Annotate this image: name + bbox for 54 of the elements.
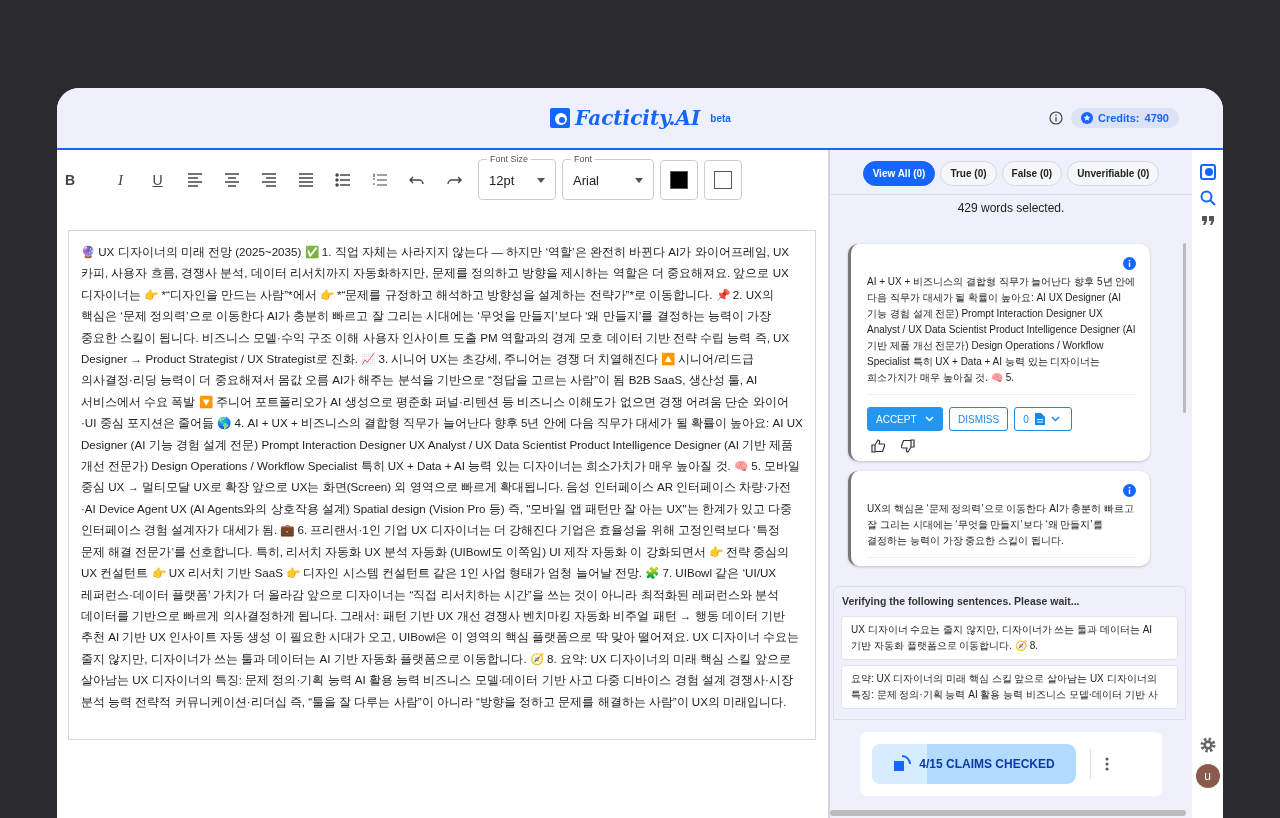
bullet-list-icon[interactable] <box>334 173 351 187</box>
align-right-icon[interactable] <box>260 173 277 187</box>
dropdown-caret-icon <box>537 177 545 183</box>
logo-icon <box>549 107 572 129</box>
document-icon <box>1034 413 1045 425</box>
verifying-title: Verifying the following sentences. Please wait... <box>841 595 1081 607</box>
align-justify-icon[interactable] <box>297 173 314 187</box>
search-icon[interactable] <box>1199 190 1216 206</box>
sources-button[interactable]: 0 <box>1014 407 1073 431</box>
scrollbar[interactable] <box>1183 243 1186 413</box>
credits-value: 4790 <box>1144 112 1169 124</box>
filter-tab[interactable]: True (0) <box>940 161 997 186</box>
user-avatar[interactable]: u <box>1195 764 1220 788</box>
dismiss-button[interactable]: DISMISS <box>949 407 1009 431</box>
align-left-icon[interactable] <box>186 173 203 187</box>
info-icon[interactable] <box>1123 484 1136 497</box>
field-label: Font Size <box>489 154 530 165</box>
bold-button[interactable]: B <box>65 165 75 195</box>
claims-progress-button[interactable]: 4/15 CLAIMS CHECKED <box>872 744 1076 784</box>
editor-text: 🔮 UX 디자이너의 미래 전망 (2025~2035) ✅ 1. 직업 자체는 사라지지 않는다 — 하지만 ‘역할’은 완전히 바뀐다 AI가 와이어프레임, UX 카피, 사용자 흐름, 경쟁사 분석, 데이터 리서치까지 자동화하지만, 문제를 정의하고 방향을 제시하는 역할은 더 중요해져요. 앞으로 UX 디자이너는 👉 *“디자인을 만드는 사람”*에서 👉 *“문제를 규정하고 해석하고 방향성을 설계하는 전략가”*로 이동합니다. 📌 2. UX의 핵심은 ‘문제 정의력’으로 이동한다 AI가 충분히 빠르고 잘 그리는 시대에는 ‘무엇을 만들지’보다 ‘왜 만들지’를 결정하는 능력이 가장 중요한 스킬이 됩니다. 비즈니스 모델·수익 구조 이해 사용자 인사이트 도출 PM 역할과의 경계 모호 데이터 기반 전략 수립 능력 즉, UX Designer → Product Strategist / UX Strategist로 진화. 📈 3. 시니어 UX는 초강세, 주니어는 경쟁 더 치열해진다 🔼 시니어/리드급 의사결정·리딩 능력이 더 중요해져서 몸값 오름 AI가 해주는 분석을 기반으로 “정답을 고르는 사람”이 됨 B2B SaaS, 생산성 툴, AI 서비스에서 수요 폭발 🔽 주니어 포트폴리오가 AI 생성으로 평준화 퍼널·리텐션 등 비즈니스 이해도가 없으면 경쟁 어려움 단순 와이어·UI 중심 포지션은 줄어듦 🌎 4. AI + UX + 비즈니스의 결합형 직무가 늘어난다 향후 5년 안에 다음 직무가 대세가 될 확률이 높아요: AI UX Designer (AI 기능 경험 설계 전문) Prompt Interaction Designer UX Analyst / UX Data Scientist Product Intelligence Designer (AI 기반 제품 개선 전문가) Design Operations / Workflow Specialist 특히 UX + Data + AI 능력 있는 디자이너는 희소가치가 매우 높아질 것. 🧠 5. 모바일 중심 UX → 멀티모달 UX로 확장 앞으로 UX는 화면(Screen) 외 영역으로 빠르게 확대됩니다. 음성 인터페이스 AR 인터페이스 차량·가전·AI Device Agent UX (AI Agents와의 상호작용 설계) Spatial design (Vision Pro 등) 즉, "모바일 앱 패턴만 잘 아는 UX"는 한계가 있고 다중 인터페이스 경험 설계자가 대세가 됨. 💼 6. 프리랜서·1인 기업 UX 디자이너는 더 강해진다 기업은 효율성을 위해 고정인력보다 ‘특정 문제 해결 전문가’를 선호합니다. 특히, 리서치 자동화 UX 분석 자동화 (UIBowl도 이쪽임) UI 제작 자동화 이 강화되면서 👉 전략 중심의 UX 컨설턴트 👉 UX 리서치 기반 SaaS 👉 디자인 시스템 컨설턴트 같은 1인 사업 형태가 엄청 늘어날 전망. 🧩 7. UIBowl 같은 ‘UI/UX 레퍼런스·데이터 플랫폼’ 가치가 더 올라감 앞으로 디자이너는 “직접 리서치하는 시간”을 쓰는 것이 아니라 최적화된 레퍼런스와 분석 데이터를 기반으로 빠르게 의사결정하게 됩니다. 그래서: 패턴 기반 UX 개선 경쟁사 벤치마킹 자동화 비주얼 패턴 → 행동 데이터 기반 추천 AI 기반 UX 인사이트 자동 생성 이 필요한 시대가 오고, UIBowl은 이 영역의 핵심 플랫폼으로 딱 맞아 떨어져요. UX 디자이너 수요는 줄지 않지만, 디자이너가 쓰는 툴과 데이터는 AI 기반 자동화 플랫폼으로 이동합니다. 🧭 8. 요약: UX 디자이너의 미래 핵심 스킬 앞으로 살아남는 UX 디자이너의 특징: 문제 정의·기획 능력 AI 활용 능력 비즈니스 모델·데이터 기반 사고 다중 디바이스 경험 설계 경쟁사·시장 분석 능력 전략적 커뮤니케이션·리더십 즉, “툴을 잘 다루는 사람”이 아니라 “방향을 정하고 문제를 해결하는 사람”이 UX의 미래입니다. <box>81 244 803 710</box>
text-color-button[interactable] <box>660 160 698 200</box>
logo-icon[interactable] <box>1199 164 1216 180</box>
pending-sentence: 요약: UX 디자이너의 미래 핵심 스킬 앞으로 살아남는 UX 디자이너의 특징: 문제 정의·기획 능력 AI 활용 능력 비즈니스 모델·데이터 기반 사 <box>841 665 1178 709</box>
claim-text: UX의 핵심은 ‘문제 정의력’으로 이동한다 AI가 충분히 빠르고 잘 그리는 시대에는 ‘무엇을 만들지’보다 ‘왜 만들지’를 결정하는 능력이 가장 중요한 스킬이 됩니다. <box>867 501 1136 558</box>
star-icon <box>1080 112 1093 124</box>
underline-button[interactable]: U <box>139 165 176 195</box>
italic-button[interactable]: I <box>102 165 139 195</box>
more-options-icon[interactable] <box>1105 757 1109 771</box>
settings-icon[interactable] <box>1198 736 1217 754</box>
beta-label: beta <box>710 112 731 124</box>
word-count: 429 words selected. <box>956 200 1066 215</box>
font-size-select[interactable]: Font Size 12pt <box>478 154 556 200</box>
align-center-icon[interactable] <box>223 173 240 187</box>
claim-text: AI + UX + 비즈니스의 결합형 직무가 늘어난다 향후 5년 안에 다음 직무가 대세가 될 확률이 높아요: AI UX Designer (AI 기능 경험 설계 전문) Prompt Interaction Designer UX Analyst / UX Data Scientist Product Intelligence Designer (AI 기반 제품 개선 전문가) Design Operations / Workflow Specialist 특히 UX + Data + AI 능력 있는 디자이너는 희소가치가 매우 높아질 것. 🧠 5. <box>867 274 1136 395</box>
credits-label: Credits: <box>1097 112 1140 124</box>
thumbs-down-icon[interactable] <box>901 439 915 453</box>
numbered-list-icon[interactable] <box>371 173 388 187</box>
info-icon[interactable] <box>1048 111 1063 125</box>
filter-tab[interactable]: Unverifiable (0) <box>1067 161 1160 186</box>
filter-tab[interactable]: View All (0) <box>862 161 936 186</box>
chevron-down-icon <box>1050 416 1060 422</box>
spinner-icon <box>893 755 914 773</box>
dropdown-caret-icon <box>635 177 643 183</box>
info-icon[interactable] <box>1123 257 1136 270</box>
filter-tab[interactable]: False (0) <box>1001 161 1063 186</box>
highlight-color-button[interactable] <box>704 160 742 200</box>
logo-text: Facticity.AI <box>575 106 701 130</box>
font-select[interactable]: Font Arial <box>562 154 654 200</box>
quote-icon[interactable] <box>1201 216 1214 225</box>
chevron-down-icon <box>925 416 934 422</box>
scrollbar[interactable] <box>830 810 1186 816</box>
thumbs-up-icon[interactable] <box>871 439 885 453</box>
field-label: Font <box>573 154 593 165</box>
pending-sentence: UX 디자이너 수요는 줄지 않지만, 디자이너가 쓰는 툴과 데이터는 AI 기반 자동화 플랫폼으로 이동합니다. 🧭 8. <box>841 616 1178 660</box>
